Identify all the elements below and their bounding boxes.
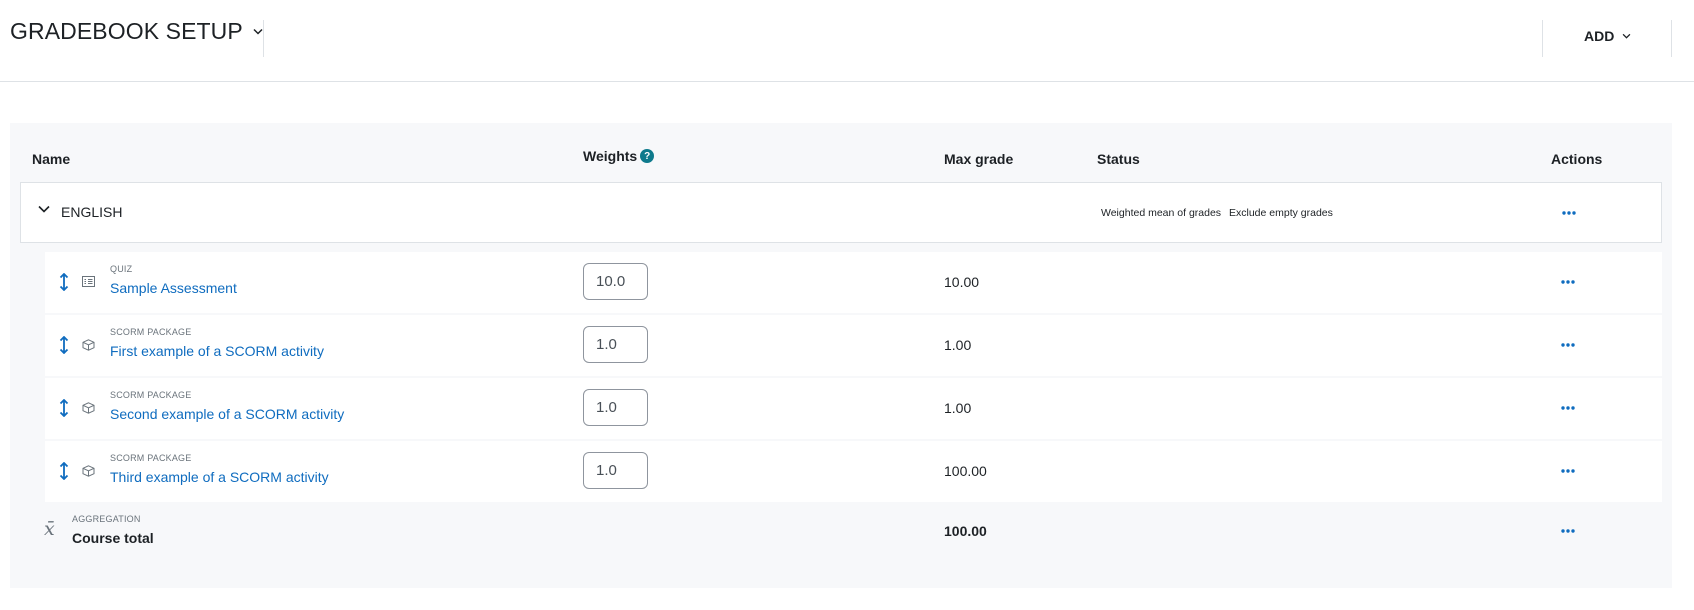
weight-input[interactable]: [583, 389, 648, 426]
help-icon[interactable]: ?: [640, 149, 655, 164]
category-name: ENGLISH: [61, 204, 123, 220]
grade-item-link[interactable]: First example of a SCORM activity: [110, 343, 324, 359]
grade-item-link[interactable]: Second example of a SCORM activity: [110, 406, 344, 422]
gradebook-setup-menu[interactable]: GRADEBOOK SETUP: [10, 18, 263, 45]
course-total-max-grade: 100.00: [944, 523, 987, 539]
grade-item-row: SCORM PACKAGE Third example of a SCORM a…: [45, 441, 1662, 502]
column-header-status: Status: [1097, 151, 1140, 167]
grade-item-row: SCORM PACKAGE Second example of a SCORM …: [45, 378, 1662, 439]
max-grade-value: 10.00: [944, 274, 980, 290]
column-header-actions: Actions: [1551, 151, 1603, 167]
grade-item-row: QUIZ Sample Assessment 10.00: [45, 252, 1662, 313]
grade-item-row: SCORM PACKAGE First example of a SCORM a…: [45, 315, 1662, 376]
chevron-down-icon: [253, 28, 263, 35]
actions-menu-icon[interactable]: [1562, 211, 1576, 215]
item-type-label: SCORM PACKAGE: [110, 390, 192, 400]
status-badge: Exclude empty grades: [1229, 207, 1333, 219]
column-header-max-grade: Max grade: [944, 151, 1014, 167]
weight-input[interactable]: [583, 326, 648, 363]
max-grade-value: 1.00: [944, 400, 972, 416]
scorm-package-icon: [82, 465, 95, 477]
scorm-package-icon: [82, 402, 95, 414]
header-divider: [1671, 20, 1672, 57]
item-type-label: AGGREGATION: [72, 514, 141, 524]
drag-handle-icon[interactable]: [59, 273, 69, 291]
actions-menu-icon[interactable]: [1561, 406, 1575, 410]
item-type-label: SCORM PACKAGE: [110, 327, 192, 337]
drag-handle-icon[interactable]: [59, 462, 69, 480]
actions-menu-icon[interactable]: [1561, 529, 1575, 533]
page-header: GRADEBOOK SETUP ADD: [0, 0, 1694, 82]
course-total-name: Course total: [72, 530, 154, 546]
drag-handle-icon[interactable]: [59, 399, 69, 417]
column-header-weights-label: Weights: [583, 148, 638, 164]
quiz-icon: [82, 276, 95, 287]
drag-handle-icon[interactable]: [59, 336, 69, 354]
actions-menu-icon[interactable]: [1561, 280, 1575, 284]
max-grade-value: 100.00: [944, 463, 987, 479]
scorm-package-icon: [82, 339, 95, 351]
item-type-label: SCORM PACKAGE: [110, 453, 192, 463]
actions-menu-icon[interactable]: [1561, 469, 1575, 473]
category-row: ENGLISH Weighted mean of grades Exclude …: [20, 182, 1662, 243]
add-menu-button[interactable]: ADD: [1584, 28, 1631, 44]
chevron-down-icon: [1622, 33, 1631, 39]
grade-item-link[interactable]: Sample Assessment: [110, 280, 237, 296]
column-header-name: Name: [32, 151, 71, 167]
aggregation-icon: x̄: [44, 518, 55, 540]
weight-input[interactable]: [583, 263, 648, 300]
grade-item-link[interactable]: Third example of a SCORM activity: [110, 469, 329, 485]
collapse-chevron-icon[interactable]: [38, 205, 50, 213]
add-button-label: ADD: [1584, 28, 1615, 44]
actions-menu-icon[interactable]: [1561, 343, 1575, 347]
max-grade-value: 1.00: [944, 337, 972, 353]
page-title: GRADEBOOK SETUP: [10, 18, 243, 44]
item-type-label: QUIZ: [110, 264, 133, 274]
header-divider: [263, 20, 264, 57]
course-total-row: x̄ AGGREGATION Course total 100.00: [20, 506, 1662, 556]
column-header-weights: Weights?: [583, 148, 655, 164]
status-badge: Weighted mean of grades: [1101, 207, 1222, 219]
header-divider: [1542, 20, 1543, 57]
weight-input[interactable]: [583, 452, 648, 489]
